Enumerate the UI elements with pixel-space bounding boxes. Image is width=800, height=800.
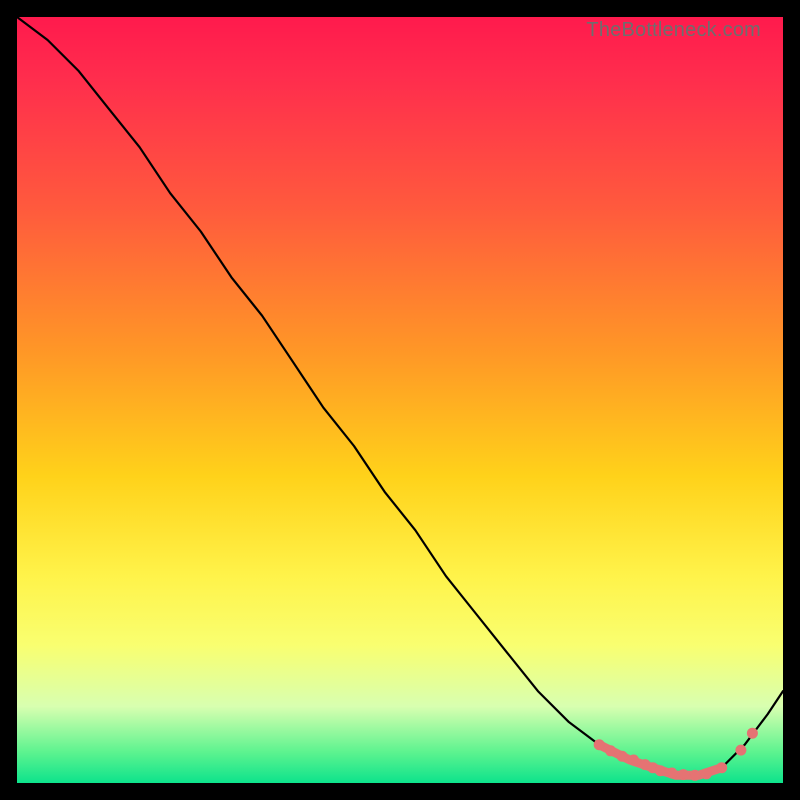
data-marker bbox=[629, 755, 639, 765]
data-marker bbox=[606, 746, 616, 756]
data-marker bbox=[717, 763, 727, 773]
watermark-text: TheBottleneck.com bbox=[586, 19, 761, 42]
data-marker bbox=[655, 766, 665, 776]
chart-frame: TheBottleneck.com bbox=[17, 17, 783, 783]
data-marker bbox=[594, 740, 604, 750]
data-marker bbox=[747, 728, 757, 738]
data-marker bbox=[617, 751, 627, 761]
data-marker bbox=[701, 769, 711, 779]
data-marker bbox=[736, 745, 746, 755]
data-marker bbox=[690, 770, 700, 780]
data-marker bbox=[667, 768, 677, 778]
data-markers bbox=[594, 728, 757, 780]
bottleneck-curve bbox=[17, 17, 783, 775]
chart-svg bbox=[17, 17, 783, 783]
data-marker bbox=[678, 770, 688, 780]
